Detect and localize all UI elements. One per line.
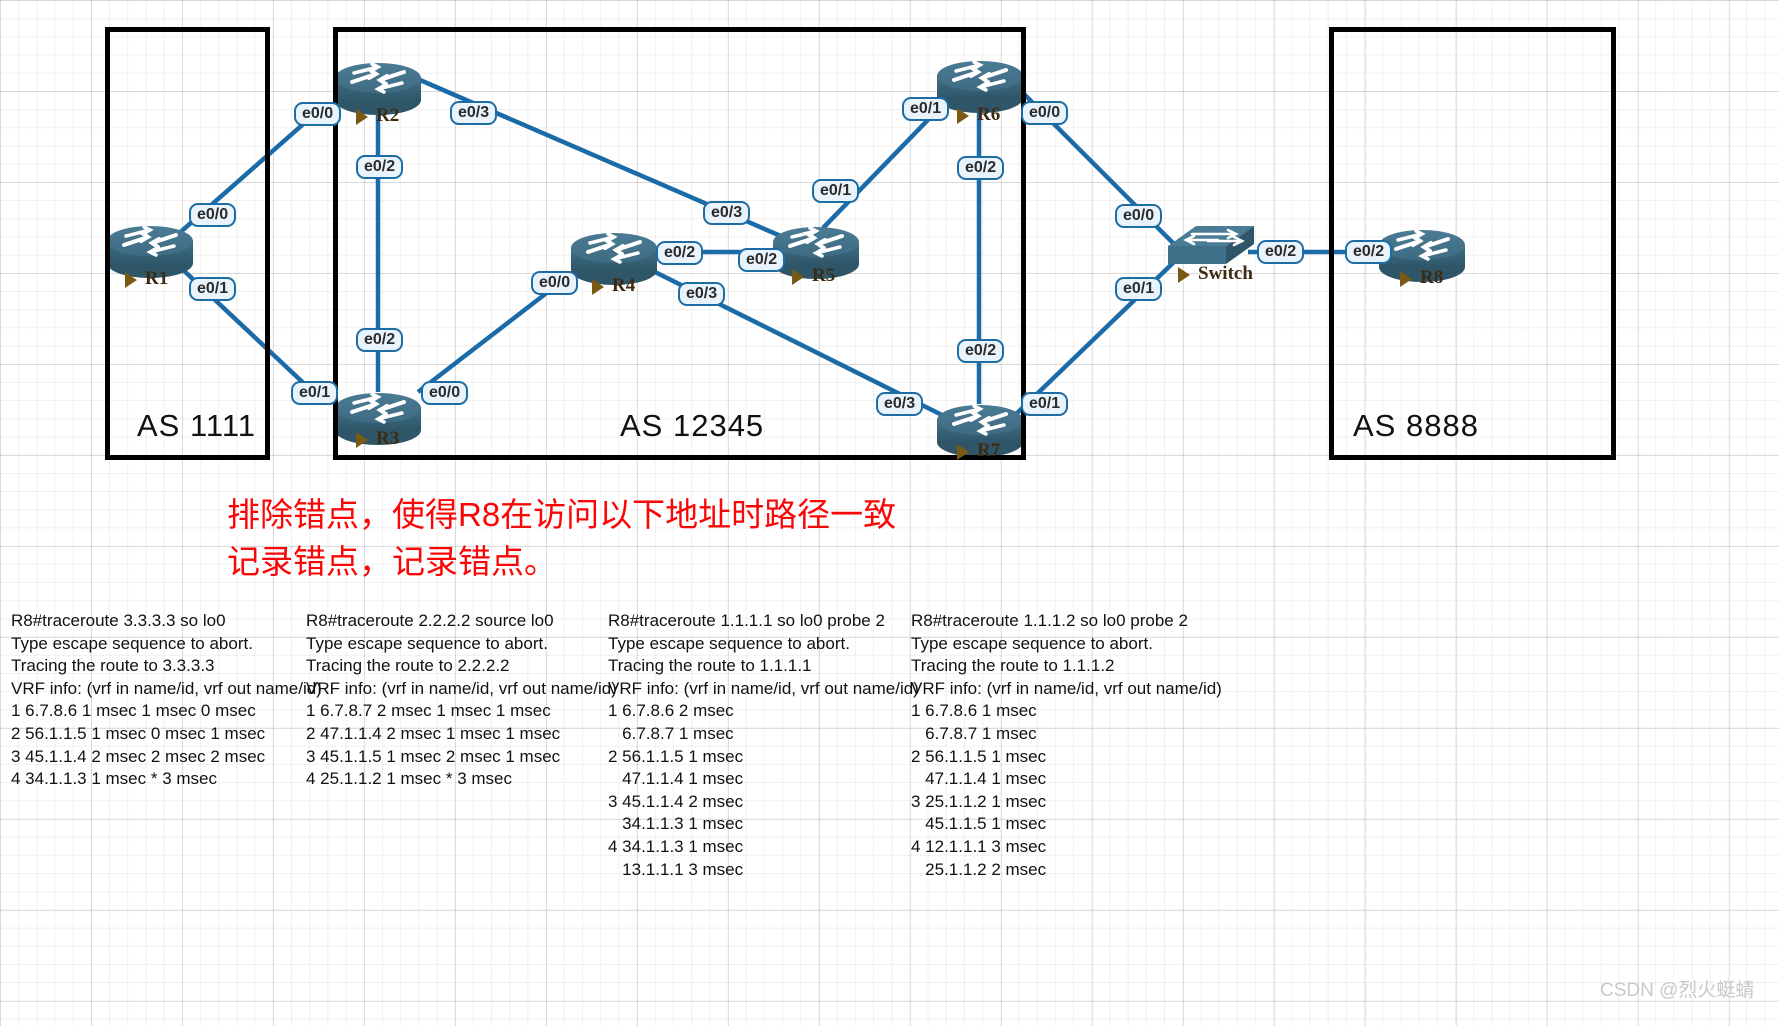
node-label-r7: R7 — [977, 440, 1001, 461]
traceroute-line: 34.1.1.3 1 msec — [608, 814, 744, 834]
traceroute-block-4: R8#traceroute 1.1.1.2 so lo0 probe 2 Type… — [911, 610, 1222, 881]
node-marker-switch — [1178, 267, 1190, 283]
traceroute-line: 4 34.1.1.3 1 msec — [608, 836, 744, 856]
node-label-r4: R4 — [612, 275, 636, 296]
traceroute-line: VRF info: (vrf in name/id, vrf out name/… — [608, 678, 919, 698]
node-marker-r5 — [792, 269, 804, 285]
port-r6-e0-1[interactable]: e0/1 — [902, 97, 950, 121]
traceroute-line: 47.1.1.4 1 msec — [911, 769, 1047, 789]
port-r2-e0-3[interactable]: e0/3 — [450, 101, 498, 125]
port-r5-e0-1[interactable]: e0/1 — [812, 179, 860, 203]
traceroute-line: VRF info: (vrf in name/id, vrf out name/… — [11, 678, 322, 698]
traceroute-line: 25.1.1.2 2 msec — [911, 859, 1047, 879]
traceroute-line: Type escape sequence to abort. — [608, 633, 850, 653]
port-switch-e0-1[interactable]: e0/1 — [1115, 277, 1163, 301]
node-marker-r7 — [957, 444, 969, 460]
traceroute-line: 4 12.1.1.1 3 msec — [911, 836, 1047, 856]
traceroute-line: VRF info: (vrf in name/id, vrf out name/… — [911, 678, 1222, 698]
traceroute-line: Tracing the route to 1.1.1.2 — [911, 656, 1115, 676]
node-marker-r1 — [125, 272, 137, 288]
port-r4-e0-0[interactable]: e0/0 — [531, 271, 579, 295]
port-switch-e0-0[interactable]: e0/0 — [1115, 204, 1163, 228]
port-r6-e0-0[interactable]: e0/0 — [1021, 101, 1069, 125]
traceroute-line: Tracing the route to 2.2.2.2 — [306, 656, 510, 676]
traceroute-line: R8#traceroute 2.2.2.2 source lo0 — [306, 611, 554, 630]
traceroute-line: 1 6.7.8.6 2 msec — [608, 701, 734, 721]
annotation-line-1: 排除错点，使得R8在访问以下地址时路径一致 — [227, 496, 897, 533]
traceroute-line: R8#traceroute 1.1.1.2 so lo0 probe 2 — [911, 611, 1188, 630]
traceroute-line: 2 56.1.1.5 1 msec 0 msec 1 msec — [11, 723, 266, 743]
csdn-watermark: CSDN @烈火蜓蜻 — [1600, 980, 1755, 1001]
as-label-8888: AS 8888 — [1353, 408, 1479, 443]
node-label-switch: Switch — [1198, 263, 1253, 284]
traceroute-line: 3 45.1.1.4 2 msec — [608, 791, 744, 811]
traceroute-line: 6.7.8.7 1 msec — [608, 723, 734, 743]
traceroute-line: 1 6.7.8.6 1 msec 1 msec 0 msec — [11, 701, 256, 721]
traceroute-line: VRF info: (vrf in name/id, vrf out name/… — [306, 678, 617, 698]
traceroute-line: 3 45.1.1.4 2 msec 2 msec 2 msec — [11, 746, 266, 766]
node-marker-r3 — [356, 432, 368, 448]
traceroute-line: 45.1.1.5 1 msec — [911, 814, 1047, 834]
port-r7-e0-2[interactable]: e0/2 — [957, 339, 1005, 363]
traceroute-block-2: R8#traceroute 2.2.2.2 source lo0 Type esc… — [306, 610, 617, 791]
traceroute-line: R8#traceroute 3.3.3.3 so lo0 — [11, 611, 226, 630]
node-marker-r2 — [356, 109, 368, 125]
as-box-1111 — [105, 27, 270, 460]
annotation-line-2: 记录错点，记录错点。 — [227, 543, 557, 580]
node-marker-r4 — [592, 279, 604, 295]
node-label-r5: R5 — [812, 265, 836, 286]
traceroute-line: 2 47.1.1.4 2 msec 1 msec 1 msec — [306, 723, 561, 743]
traceroute-line: 1 6.7.8.7 2 msec 1 msec 1 msec — [306, 701, 551, 721]
port-r7-e0-1[interactable]: e0/1 — [1021, 392, 1069, 416]
traceroute-block-1: R8#traceroute 3.3.3.3 so lo0 Type escape … — [11, 610, 322, 791]
port-r3-e0-0[interactable]: e0/0 — [421, 381, 469, 405]
traceroute-line: 2 56.1.1.5 1 msec — [911, 746, 1047, 766]
switch-icon[interactable] — [1166, 224, 1256, 266]
port-r4-e0-3[interactable]: e0/3 — [678, 282, 726, 306]
port-r5-e0-3[interactable]: e0/3 — [703, 201, 751, 225]
traceroute-block-3: R8#traceroute 1.1.1.1 so lo0 probe 2 Type… — [608, 610, 919, 881]
traceroute-line: 1 6.7.8.6 1 msec — [911, 701, 1037, 721]
traceroute-line: 3 25.1.1.2 1 msec — [911, 791, 1047, 811]
port-r2-e0-2[interactable]: e0/2 — [356, 155, 404, 179]
traceroute-line: 6.7.8.7 1 msec — [911, 723, 1037, 743]
port-r1-e0-0[interactable]: e0/0 — [189, 203, 237, 227]
as-label-12345: AS 12345 — [620, 408, 765, 443]
node-label-r6: R6 — [977, 104, 1001, 125]
port-r6-e0-2[interactable]: e0/2 — [957, 156, 1005, 180]
traceroute-line: Type escape sequence to abort. — [11, 633, 253, 653]
traceroute-line: 4 34.1.1.3 1 msec * 3 msec — [11, 769, 217, 789]
traceroute-line: R8#traceroute 1.1.1.1 so lo0 probe 2 — [608, 611, 885, 630]
node-label-r3: R3 — [376, 428, 400, 449]
port-r3-e0-1[interactable]: e0/1 — [291, 381, 339, 405]
node-label-r1: R1 — [145, 268, 169, 289]
port-switch-e0-2[interactable]: e0/2 — [1257, 240, 1305, 264]
port-r7-e0-3[interactable]: e0/3 — [876, 392, 924, 416]
traceroute-line: Tracing the route to 3.3.3.3 — [11, 656, 215, 676]
as-label-1111: AS 1111 — [137, 408, 257, 443]
port-r8-e0-2[interactable]: e0/2 — [1345, 240, 1393, 264]
traceroute-line: 47.1.1.4 1 msec — [608, 769, 744, 789]
node-label-r8: R8 — [1420, 267, 1444, 288]
port-r5-e0-2[interactable]: e0/2 — [738, 248, 786, 272]
node-label-r2: R2 — [376, 105, 400, 126]
traceroute-line: 4 25.1.1.2 1 msec * 3 msec — [306, 769, 512, 789]
traceroute-line: 13.1.1.1 3 msec — [608, 859, 744, 879]
traceroute-line: Type escape sequence to abort. — [306, 633, 548, 653]
traceroute-line: 2 56.1.1.5 1 msec — [608, 746, 744, 766]
port-r4-e0-2[interactable]: e0/2 — [656, 241, 704, 265]
port-r3-e0-2[interactable]: e0/2 — [356, 328, 404, 352]
node-marker-r8 — [1400, 271, 1412, 287]
port-r2-e0-0[interactable]: e0/0 — [294, 102, 342, 126]
port-r1-e0-1[interactable]: e0/1 — [189, 277, 237, 301]
traceroute-line: Type escape sequence to abort. — [911, 633, 1153, 653]
traceroute-line: Tracing the route to 1.1.1.1 — [608, 656, 812, 676]
node-marker-r6 — [957, 108, 969, 124]
traceroute-line: 3 45.1.1.5 1 msec 2 msec 1 msec — [306, 746, 561, 766]
